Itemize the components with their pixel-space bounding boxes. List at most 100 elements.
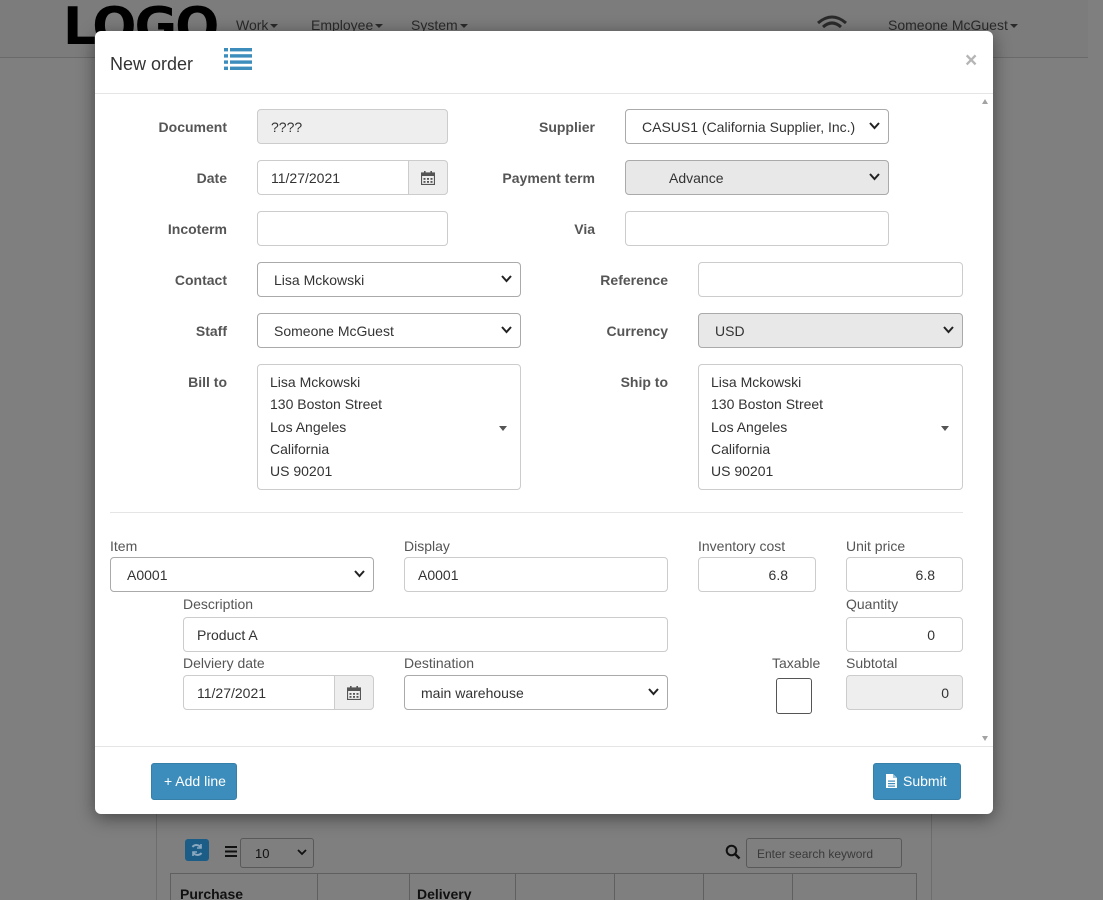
page-size-select[interactable]: 10 — [240, 838, 314, 868]
destination-select[interactable]: main warehouse — [404, 675, 668, 710]
chevron-down-icon — [869, 122, 880, 130]
date-field[interactable]: 11/27/2021 — [257, 160, 409, 195]
via-label: Via — [574, 221, 595, 237]
display-label: Display — [404, 538, 450, 554]
payment-term-label: Payment term — [502, 170, 595, 186]
item-label: Item — [110, 538, 138, 554]
address-line: US 90201 — [711, 463, 774, 480]
payment-term-select[interactable]: Advance — [625, 160, 889, 195]
caret-down-icon — [1009, 24, 1018, 29]
list-icon[interactable] — [224, 47, 252, 71]
quantity-field[interactable]: 0 — [846, 617, 963, 652]
bill-to-label: Bill to — [188, 374, 227, 390]
inventory-cost-field[interactable]: 6.8 — [698, 557, 816, 592]
table-column-divider — [703, 874, 704, 900]
staff-select[interactable]: Someone McGuest — [257, 313, 521, 348]
unit-price-label: Unit price — [846, 538, 906, 554]
contact-value: Lisa Mckowski — [274, 272, 365, 288]
caret-down-icon — [375, 24, 384, 29]
currency-select[interactable]: USD — [698, 313, 963, 348]
page-size-value: 10 — [255, 846, 270, 861]
delivery-date-label: Delviery date — [183, 655, 265, 671]
submit-button[interactable]: Submit — [873, 763, 961, 800]
address-line: Lisa Mckowski — [711, 374, 802, 390]
close-button[interactable]: × — [965, 49, 977, 73]
subtotal-label: Subtotal — [846, 655, 898, 671]
section-divider — [110, 512, 963, 513]
incoterm-label: Incoterm — [167, 221, 227, 237]
reference-field[interactable] — [698, 262, 963, 297]
via-field[interactable] — [625, 211, 889, 246]
search-placeholder: Enter search keyword — [757, 847, 874, 861]
chevron-down-icon — [648, 688, 659, 696]
currency-label: Currency — [606, 323, 668, 339]
description-field[interactable]: Product A — [183, 617, 668, 652]
file-text-icon — [886, 774, 897, 788]
chevron-down-icon — [501, 326, 512, 334]
refresh-button[interactable] — [185, 839, 209, 861]
supplier-label: Supplier — [538, 119, 595, 135]
chevron-down-icon — [869, 173, 880, 181]
subtotal-field: 0 — [846, 675, 963, 710]
scroll-up-arrow-icon[interactable] — [982, 99, 988, 104]
chevron-down-icon — [297, 849, 307, 856]
date-picker-button[interactable] — [408, 160, 448, 195]
delivery-date-field[interactable]: 11/27/2021 — [183, 675, 335, 710]
unit-price-field[interactable]: 6.8 — [846, 557, 963, 592]
address-line: Lisa Mckowski — [270, 374, 361, 390]
payment-term-value: Advance — [669, 170, 724, 186]
chevron-down-icon — [354, 570, 365, 578]
calendar-icon — [347, 686, 361, 700]
caret-down-icon — [459, 24, 468, 29]
contact-label: Contact — [174, 272, 227, 288]
document-label: Document — [158, 119, 227, 135]
taxable-label: Taxable — [772, 655, 821, 671]
destination-value: main warehouse — [421, 685, 524, 701]
modal-header: New order × — [95, 31, 993, 94]
document-field[interactable]: ???? — [257, 109, 448, 144]
destination-label: Destination — [404, 655, 475, 671]
ship-to-address-select[interactable]: Lisa Mckowski 130 Boston Street Los Ange… — [698, 364, 963, 490]
supplier-value: CASUS1 (California Supplier, Inc.) — [642, 119, 856, 135]
refresh-icon — [191, 844, 203, 856]
item-select[interactable]: A0001 — [110, 557, 374, 592]
inventory-cost-label: Inventory cost — [698, 538, 786, 554]
delivery-date-picker-button[interactable] — [334, 675, 374, 710]
submit-label: Submit — [903, 773, 947, 789]
chevron-down-icon — [501, 275, 512, 283]
bill-to-address-select[interactable]: Lisa Mckowski 130 Boston Street Los Ange… — [257, 364, 521, 490]
table-column-divider — [792, 874, 793, 900]
description-label: Description — [183, 596, 254, 612]
caret-down-icon — [270, 24, 279, 29]
address-line: Los Angeles — [711, 418, 788, 435]
search-icon — [725, 844, 741, 860]
display-field[interactable]: A0001 — [404, 557, 668, 592]
ship-to-label: Ship to — [620, 374, 668, 390]
contact-select[interactable]: Lisa Mckowski — [257, 262, 521, 297]
staff-value: Someone McGuest — [274, 323, 394, 339]
table-column-divider — [317, 874, 318, 900]
supplier-select[interactable]: CASUS1 (California Supplier, Inc.) — [625, 109, 889, 144]
search-input[interactable]: Enter search keyword — [746, 838, 902, 868]
table-header-delivery[interactable]: Delivery — [417, 886, 471, 900]
orders-table-header: Purchase Delivery — [170, 873, 917, 900]
incoterm-field[interactable] — [257, 211, 448, 246]
date-label: Date — [196, 170, 227, 186]
wifi-icon[interactable] — [816, 14, 848, 32]
taxable-checkbox[interactable] — [776, 678, 812, 714]
scroll-down-arrow-icon[interactable] — [982, 736, 988, 741]
caret-down-icon — [941, 426, 949, 431]
table-header-purchase[interactable]: Purchase — [180, 886, 243, 900]
calendar-icon — [421, 171, 435, 185]
address-line: California — [711, 440, 771, 457]
new-order-modal: New order × Document ???? Supplier CASUS… — [95, 31, 993, 814]
address-line: 130 Boston Street — [270, 396, 383, 413]
item-value: A0001 — [127, 567, 168, 583]
table-column-divider — [614, 874, 615, 900]
chevron-down-icon — [943, 326, 954, 334]
address-line: 130 Boston Street — [711, 396, 824, 413]
modal-footer: + Add line Submit — [95, 746, 993, 814]
add-line-button[interactable]: + Add line — [151, 763, 237, 800]
staff-label: Staff — [195, 323, 227, 339]
caret-down-icon — [499, 426, 507, 431]
